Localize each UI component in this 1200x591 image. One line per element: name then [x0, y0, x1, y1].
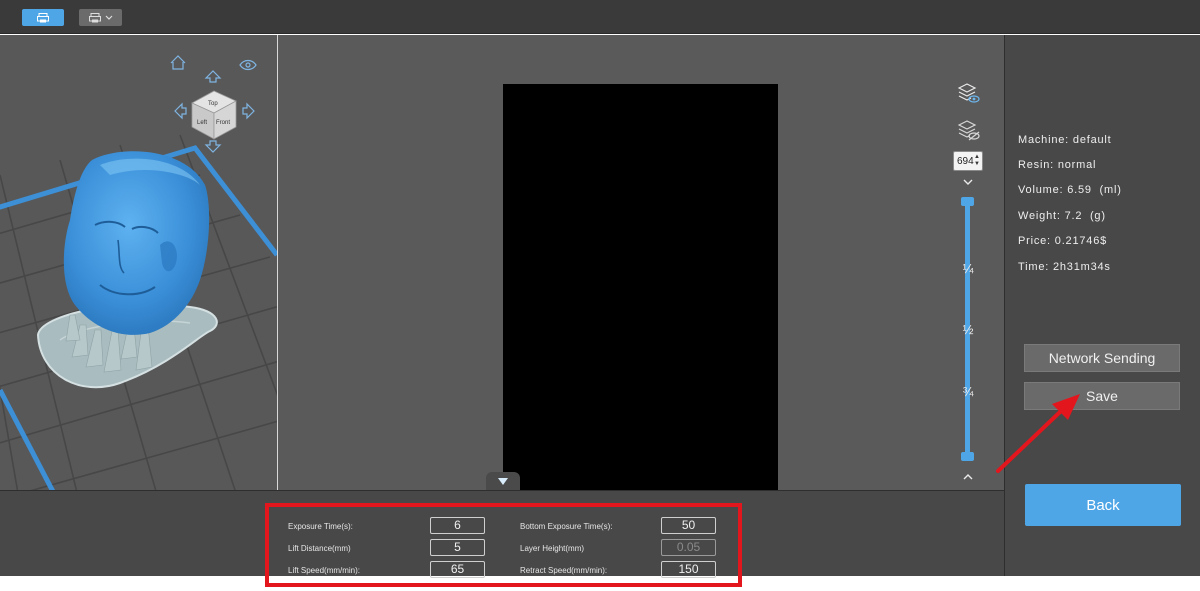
expand-params-tab[interactable]	[486, 472, 520, 490]
layer-height-field: 0.05	[661, 539, 716, 556]
annotation-arrow	[996, 394, 1080, 473]
lift-speed-label: Lift Speed(mm/min):	[288, 566, 361, 575]
eye-icon[interactable]	[239, 59, 257, 71]
layer-number-value: 694	[957, 155, 974, 167]
resin-info-row: Resin: normal	[1018, 159, 1096, 171]
chevron-up-icon[interactable]	[962, 472, 974, 482]
layer-preview-canvas	[503, 84, 778, 490]
3d-viewport[interactable]: Top Left Front	[0, 35, 277, 490]
slice-preview-panel: 694 ▲ ▼ ¼ ½ ¾	[278, 35, 1004, 490]
spin-arrows-icon[interactable]: ▲ ▼	[974, 154, 980, 168]
info-label: Volume:	[1018, 184, 1064, 196]
info-value: 0.21746$	[1054, 235, 1108, 247]
info-value: 2h31m34s	[1052, 261, 1111, 273]
slider-tick-three-quarter: ¾	[962, 384, 974, 399]
network-sending-button[interactable]: Network Sending	[1024, 344, 1180, 372]
layer-slider-top-handle[interactable]	[961, 197, 974, 206]
print-params-highlight: Exposure Time(s): 6 Bottom Exposure Time…	[265, 503, 742, 587]
cube-face-top[interactable]: Top	[208, 101, 218, 107]
bottom-exposure-time-field[interactable]: 50	[661, 517, 716, 534]
top-toolbar	[0, 0, 1200, 34]
layers-show-icon[interactable]	[958, 82, 980, 104]
info-value: default	[1072, 134, 1112, 146]
triangle-down-icon	[498, 477, 508, 485]
cube-face-front[interactable]: Front	[216, 120, 230, 126]
arrow-left-icon[interactable]	[174, 102, 187, 120]
volume-info-row: Volume: 6.59 (ml)	[1018, 184, 1122, 196]
info-value: normal	[1057, 159, 1097, 171]
retract-speed-label: Retract Speed(mm/min):	[520, 566, 608, 575]
info-label: Time:	[1018, 261, 1050, 273]
arrow-up-icon[interactable]	[204, 70, 222, 83]
printer-icon	[37, 12, 49, 22]
exposure-time-label: Exposure Time(s):	[288, 522, 353, 531]
layer-number-spinbox[interactable]: 694 ▲ ▼	[953, 151, 983, 171]
layer-slider-control: 694 ▲ ▼ ¼ ½ ¾	[950, 35, 986, 490]
view-cube[interactable]: Top Left Front	[168, 53, 260, 157]
layer-height-label: Layer Height(mm)	[520, 544, 585, 553]
exposure-time-field[interactable]: 6	[430, 517, 485, 534]
slider-tick-half: ½	[962, 322, 974, 337]
cube-face-left[interactable]: Left	[197, 120, 207, 126]
home-icon[interactable]	[170, 55, 186, 70]
chevron-down-icon	[105, 15, 112, 20]
info-label: Price:	[1018, 235, 1051, 247]
bottom-exposure-time-label: Bottom Exposure Time(s):	[520, 522, 613, 531]
lift-speed-field[interactable]: 65	[430, 561, 485, 578]
info-label: Resin:	[1018, 159, 1054, 171]
info-value: 7.2 (g)	[1064, 210, 1106, 222]
info-label: Weight:	[1018, 210, 1061, 222]
slider-tick-quarter: ¼	[962, 261, 974, 276]
printer-icon	[88, 12, 101, 22]
layer-slider-bottom-handle[interactable]	[961, 452, 974, 461]
layers-hide-icon[interactable]	[958, 119, 980, 141]
right-sidebar: Machine: default Resin: normal Volume: 6…	[1004, 35, 1200, 576]
arrow-right-icon[interactable]	[242, 102, 255, 120]
machine-info-row: Machine: default	[1018, 134, 1112, 146]
lift-distance-field[interactable]: 5	[430, 539, 485, 556]
slice-view-button[interactable]	[22, 9, 64, 26]
lift-distance-label: Lift Distance(mm)	[288, 544, 351, 553]
time-info-row: Time: 2h31m34s	[1018, 261, 1111, 273]
info-label: Machine:	[1018, 134, 1070, 146]
chevron-down-icon[interactable]	[962, 177, 974, 187]
info-value: 6.59 (ml)	[1067, 184, 1122, 196]
weight-info-row: Weight: 7.2 (g)	[1018, 210, 1106, 222]
price-info-row: Price: 0.21746$	[1018, 235, 1107, 247]
printer-dropdown-button[interactable]	[79, 9, 122, 26]
arrow-down-icon[interactable]	[204, 140, 222, 153]
back-button[interactable]: Back	[1025, 484, 1181, 526]
retract-speed-field[interactable]: 150	[661, 561, 716, 578]
